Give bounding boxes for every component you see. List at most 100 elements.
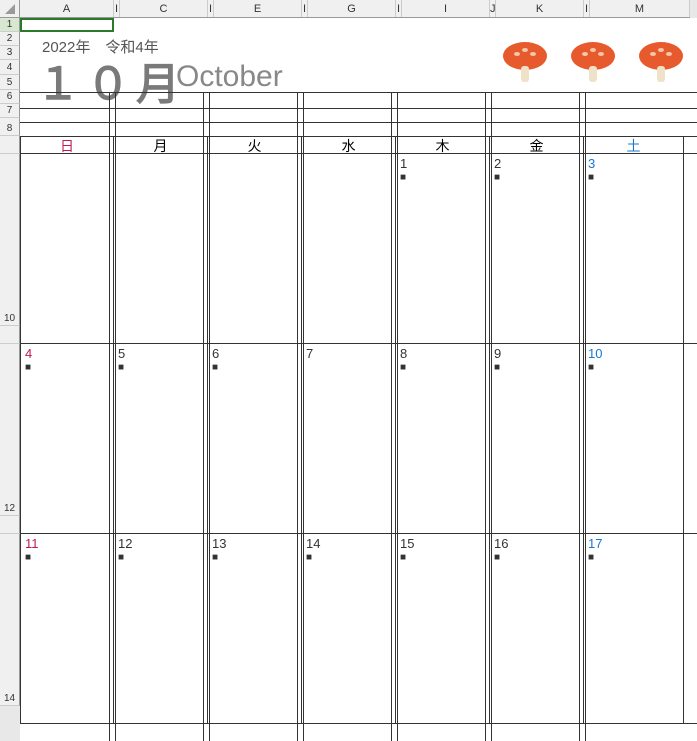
calendar-cell[interactable]: 2■ <box>490 154 584 343</box>
calendar-row: 4■5■6■78■9■10■ <box>20 344 697 534</box>
calendar-cell[interactable]: 10■ <box>584 344 684 533</box>
calendar-cell[interactable]: 1■ <box>396 154 490 343</box>
date-number: 12 <box>118 536 132 551</box>
calendar-cell[interactable]: 8■ <box>396 344 490 533</box>
day-marker: ■ <box>494 552 500 563</box>
date-number: 7 <box>306 346 313 361</box>
active-cell[interactable] <box>20 18 114 32</box>
dow-label: 土 <box>584 137 684 153</box>
decorative-mushrooms <box>499 36 687 93</box>
row-header[interactable] <box>0 326 20 344</box>
rule-line <box>20 92 697 93</box>
calendar-cell[interactable]: 11■ <box>20 534 114 723</box>
calendar-cell[interactable] <box>114 154 208 343</box>
date-number: 6 <box>212 346 219 361</box>
spreadsheet: AICIEIGIIJKIM 12345678101214 2022年 令和4年 … <box>0 0 697 741</box>
day-marker: ■ <box>588 362 594 373</box>
calendar-cell[interactable]: 6■ <box>208 344 302 533</box>
column-header[interactable]: C <box>120 0 208 17</box>
dow-label: 月 <box>114 137 208 153</box>
calendar-cell[interactable]: 17■ <box>584 534 684 723</box>
column-headers: AICIEIGIIJKIM <box>20 0 690 18</box>
row-headers: 12345678101214 <box>0 18 20 706</box>
calendar-cell[interactable] <box>20 154 114 343</box>
calendar-cell[interactable]: 3■ <box>584 154 684 343</box>
dow-label: 火 <box>208 137 302 153</box>
column-header[interactable]: M <box>590 0 690 17</box>
day-marker: ■ <box>400 172 406 183</box>
day-marker: ■ <box>306 552 312 563</box>
date-number: 13 <box>212 536 226 551</box>
day-marker: ■ <box>212 362 218 373</box>
row-header[interactable]: 6 <box>0 90 20 104</box>
row-header[interactable]: 1 <box>0 18 20 32</box>
dow-label: 日 <box>20 137 114 153</box>
date-number: 1 <box>400 156 407 171</box>
row-header[interactable]: 14 <box>0 534 20 706</box>
rule-line <box>20 122 697 123</box>
day-marker: ■ <box>212 552 218 563</box>
row-header[interactable]: 4 <box>0 60 20 75</box>
day-marker: ■ <box>400 362 406 373</box>
mushroom-icon <box>567 36 619 93</box>
calendar-cell[interactable]: 5■ <box>114 344 208 533</box>
calendar-cell[interactable]: 12■ <box>114 534 208 723</box>
column-header[interactable]: E <box>214 0 302 17</box>
day-marker: ■ <box>118 362 124 373</box>
calendar-cell[interactable]: 16■ <box>490 534 584 723</box>
calendar-cell[interactable]: 4■ <box>20 344 114 533</box>
column-header[interactable]: A <box>20 0 114 17</box>
month-en: October <box>176 60 283 94</box>
row-header[interactable] <box>0 516 20 534</box>
calendar-cell[interactable] <box>208 154 302 343</box>
calendar-row: 11■12■13■14■15■16■17■ <box>20 534 697 724</box>
calendar-header: 2022年 令和4年 １０月 October 日月火水木金土 <box>20 18 697 154</box>
row-header[interactable]: 2 <box>0 32 20 46</box>
calendar-cell[interactable]: 14■ <box>302 534 396 723</box>
column-header[interactable]: I <box>402 0 490 17</box>
day-marker: ■ <box>118 552 124 563</box>
day-marker: ■ <box>494 172 500 183</box>
worksheet-area[interactable]: 2022年 令和4年 １０月 October 日月火水木金土 1■2■3■4■5… <box>20 18 697 741</box>
row-header[interactable]: 3 <box>0 46 20 60</box>
calendar-cell[interactable]: 9■ <box>490 344 584 533</box>
date-number: 14 <box>306 536 320 551</box>
calendar-body: 1■2■3■4■5■6■78■9■10■11■12■13■14■15■16■17… <box>20 154 697 724</box>
date-number: 3 <box>588 156 595 171</box>
month-jp: １０月 <box>36 48 186 112</box>
calendar-cell[interactable]: 7 <box>302 344 396 533</box>
dow-label: 水 <box>302 137 396 153</box>
date-number: 2 <box>494 156 501 171</box>
row-header[interactable]: 5 <box>0 75 20 90</box>
mushroom-icon <box>499 36 551 93</box>
day-of-week-row: 日月火水木金土 <box>20 136 697 154</box>
day-marker: ■ <box>25 552 31 563</box>
day-marker: ■ <box>400 552 406 563</box>
mushroom-icon <box>635 36 687 93</box>
row-header[interactable]: 7 <box>0 104 20 118</box>
select-all-corner[interactable] <box>0 0 20 18</box>
date-number: 4 <box>25 346 32 361</box>
column-header[interactable]: K <box>496 0 584 17</box>
row-header[interactable]: 8 <box>0 118 20 136</box>
date-number: 10 <box>588 346 602 361</box>
date-number: 5 <box>118 346 125 361</box>
calendar-cell[interactable]: 13■ <box>208 534 302 723</box>
column-header[interactable]: G <box>308 0 396 17</box>
dow-label: 金 <box>490 137 584 153</box>
date-number: 9 <box>494 346 501 361</box>
row-header[interactable]: 10 <box>0 154 20 326</box>
dow-label: 木 <box>396 137 490 153</box>
day-marker: ■ <box>25 362 31 373</box>
row-header[interactable] <box>0 136 20 154</box>
row-header[interactable]: 12 <box>0 344 20 516</box>
date-number: 8 <box>400 346 407 361</box>
calendar-cell[interactable] <box>302 154 396 343</box>
calendar-cell[interactable]: 15■ <box>396 534 490 723</box>
day-marker: ■ <box>588 552 594 563</box>
date-number: 17 <box>588 536 602 551</box>
day-marker: ■ <box>494 362 500 373</box>
rule-line <box>20 108 697 109</box>
date-number: 15 <box>400 536 414 551</box>
date-number: 11 <box>25 536 39 551</box>
